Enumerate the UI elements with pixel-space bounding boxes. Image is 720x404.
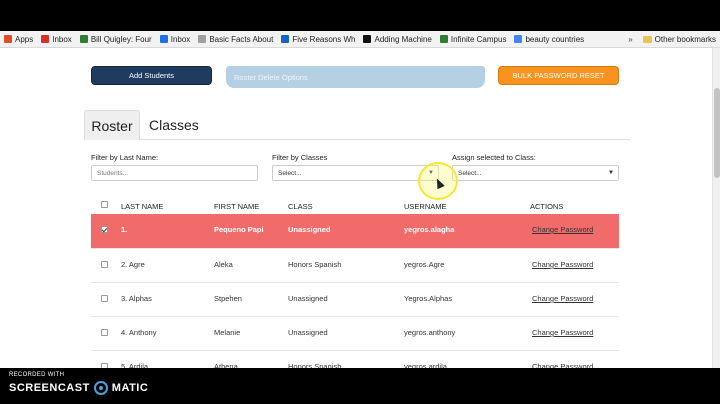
cell-first-name: Pequeno Papi bbox=[214, 225, 264, 234]
cell-class: Unassigned bbox=[288, 328, 328, 337]
screencast-matic-logo: SCREENCAST MATIC bbox=[9, 381, 148, 395]
bookmark-adding-machine[interactable]: Adding Machine bbox=[359, 35, 435, 44]
bookmark-label: Infinite Campus bbox=[450, 34, 507, 44]
col-class: CLASS bbox=[288, 202, 313, 211]
tab-bar: Roster Classes bbox=[84, 110, 630, 140]
table-row[interactable]: 3. Alphas Stpehen Unassigned Yegros.Alph… bbox=[91, 282, 619, 316]
last-name-search-input[interactable]: Students... bbox=[91, 165, 258, 181]
google-icon bbox=[514, 35, 523, 43]
filter-classes-value: Select... bbox=[278, 169, 302, 177]
tab-classes[interactable]: Classes bbox=[149, 110, 209, 140]
roster-page: Add Students Roster Delete Options BULK … bbox=[0, 48, 712, 371]
bookmark-label: beauty countries bbox=[525, 34, 585, 44]
row-checkbox[interactable] bbox=[101, 226, 108, 233]
cell-first-name: Aleka bbox=[214, 260, 233, 269]
roster-delete-options-button[interactable]: Roster Delete Options bbox=[226, 66, 485, 88]
bookmark-apps[interactable]: Apps bbox=[0, 35, 37, 44]
cell-last-name: 2. Agre bbox=[121, 260, 145, 269]
table-row[interactable]: 1. Pequeno Papi Unassigned yegros.alagha… bbox=[91, 214, 619, 248]
assign-class-label: Assign selected to Class: bbox=[452, 153, 536, 162]
bookmark-label: Adding Machine bbox=[374, 34, 432, 44]
assign-class-select[interactable]: Select... ▼ bbox=[452, 165, 619, 181]
filter-classes-label: Filter by Classes bbox=[272, 153, 328, 162]
row-checkbox[interactable] bbox=[101, 295, 108, 302]
bookmark-five-reasons[interactable]: Five Reasons Wh bbox=[277, 35, 359, 44]
bookmark-infinite-campus[interactable]: Infinite Campus bbox=[436, 35, 511, 44]
bookmark-bill-quigley[interactable]: Bill Quigley: Four bbox=[76, 35, 156, 44]
bookmark-inbox-gmail[interactable]: Inbox bbox=[37, 35, 76, 44]
filter-classes-select[interactable]: Select... ▼ bbox=[272, 165, 439, 181]
change-password-link[interactable]: Change Password bbox=[532, 225, 593, 234]
scrollbar-thumb[interactable] bbox=[714, 88, 720, 178]
mail-icon bbox=[159, 35, 168, 43]
col-username: USERNAME bbox=[404, 202, 447, 211]
select-all-checkbox[interactable] bbox=[101, 201, 108, 208]
row-checkbox[interactable] bbox=[101, 261, 108, 268]
bookmarks-overflow-button[interactable]: » bbox=[622, 35, 638, 44]
cell-username: yegros.Agre bbox=[404, 260, 445, 269]
apps-grid-icon bbox=[4, 35, 12, 43]
cell-last-name: 1. bbox=[121, 225, 128, 234]
recorded-with-text: RECORDED WITH bbox=[9, 372, 65, 378]
cell-class: Unassigned bbox=[288, 225, 331, 234]
logo-text-right: MATIC bbox=[111, 382, 149, 394]
top-black-bar bbox=[0, 0, 720, 31]
row-checkbox[interactable] bbox=[101, 329, 108, 336]
change-password-link[interactable]: Change Password bbox=[532, 328, 593, 337]
bookmark-label: Basic Facts About bbox=[209, 34, 274, 44]
tab-roster[interactable]: Roster bbox=[84, 110, 140, 140]
filter-last-name-label: Filter by Last Name: bbox=[91, 153, 159, 162]
bookmark-label: Inbox bbox=[170, 34, 191, 44]
cell-username: Yegros.Alphas bbox=[404, 294, 453, 303]
site-favicon-icon bbox=[439, 35, 448, 43]
site-favicon-icon bbox=[79, 35, 88, 43]
add-students-button[interactable]: Add Students bbox=[91, 66, 212, 85]
page-scrollbar[interactable] bbox=[712, 48, 720, 368]
site-favicon-icon bbox=[281, 35, 290, 43]
bookmark-label: Five Reasons Wh bbox=[292, 34, 356, 44]
assign-class-value: Select... bbox=[458, 169, 482, 177]
bookmark-basic-facts[interactable]: Basic Facts About bbox=[194, 35, 277, 44]
record-dot-icon bbox=[93, 381, 108, 395]
table-row[interactable]: 2. Agre Aleka Honors Spanish yegros.Agre… bbox=[91, 248, 619, 282]
bookmark-inbox-outlook[interactable]: Inbox bbox=[156, 35, 195, 44]
bookmark-label: Bill Quigley: Four bbox=[90, 34, 152, 44]
cell-class: Unassigned bbox=[288, 294, 328, 303]
change-password-link[interactable]: Change Password bbox=[532, 294, 593, 303]
cell-username: yegros.alagha bbox=[404, 225, 455, 234]
col-actions: ACTIONS bbox=[530, 202, 564, 211]
bookmark-label: Apps bbox=[15, 34, 34, 44]
bulk-password-reset-button[interactable]: BULK PASSWORD RESET bbox=[498, 66, 619, 85]
bookmarks-bar: Apps Inbox Bill Quigley: Four Inbox Basi… bbox=[0, 31, 720, 48]
cell-first-name: Melanie bbox=[214, 328, 241, 337]
cell-class: Honors Spanish bbox=[288, 260, 342, 269]
caret-down-icon: ▼ bbox=[608, 170, 614, 176]
logo-text-left: SCREENCAST bbox=[9, 382, 90, 394]
table-row[interactable]: 4. Anthony Melanie Unassigned yegros.ant… bbox=[91, 316, 619, 350]
col-first-name: FIRST NAME bbox=[214, 202, 260, 211]
cell-last-name: 3. Alphas bbox=[121, 294, 152, 303]
col-last-name: LAST NAME bbox=[121, 202, 164, 211]
cell-first-name: Stpehen bbox=[214, 294, 242, 303]
other-bookmarks-label: Other bookmarks bbox=[654, 34, 716, 44]
bookmark-beauty-countries[interactable]: beauty countries bbox=[510, 35, 588, 44]
sigma-icon bbox=[363, 35, 372, 43]
cell-username: yegros.anthony bbox=[404, 328, 456, 337]
folder-icon bbox=[642, 35, 652, 43]
change-password-link[interactable]: Change Password bbox=[532, 260, 593, 269]
bookmark-label: Inbox bbox=[52, 34, 72, 44]
page-icon bbox=[198, 35, 207, 43]
table-header: LAST NAME FIRST NAME CLASS USERNAME ACTI… bbox=[91, 198, 619, 214]
other-bookmarks-folder[interactable]: Other bookmarks bbox=[639, 35, 720, 44]
cell-last-name: 4. Anthony bbox=[121, 328, 157, 337]
gmail-icon bbox=[41, 35, 50, 43]
